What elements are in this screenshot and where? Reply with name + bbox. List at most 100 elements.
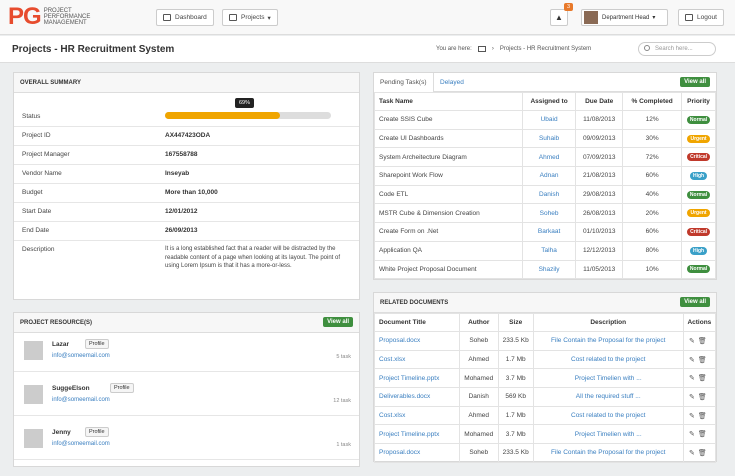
logo[interactable]: PG PROJECT PERFORMANCE MANAGEMENT (8, 5, 104, 29)
view-all-button[interactable]: View all (323, 317, 353, 327)
description-link[interactable]: File Contain the Proposal for the projec… (551, 337, 666, 344)
document-link[interactable]: Proposal.docx (379, 449, 420, 456)
tab-delayed[interactable]: Delayed (434, 73, 470, 92)
delete-icon[interactable]: 🗑 (698, 431, 710, 438)
assignee-link[interactable]: Shazily (539, 266, 560, 273)
resource-name[interactable]: Jenny (52, 429, 71, 436)
task-name: Create UI Dashboards (379, 135, 444, 143)
monitor-icon[interactable] (477, 46, 486, 52)
breadcrumb-item[interactable]: Projects - HR Recruitment System (500, 46, 591, 52)
table-cell: Project Timeline.pptx (374, 368, 460, 389)
table-cell: Normal (681, 110, 716, 130)
delete-icon[interactable]: 🗑 (698, 394, 710, 401)
dashboard-button[interactable]: Dashboard (156, 9, 214, 26)
description-link[interactable]: Cost related to the project (571, 356, 645, 363)
document-link[interactable]: Proposal.docx (379, 337, 420, 344)
logout-button[interactable]: Logout (678, 9, 724, 26)
document-link[interactable]: Cost.xlsx (379, 356, 405, 363)
monitor-icon (163, 14, 171, 21)
user-menu[interactable]: Department Head ▾ (581, 9, 668, 26)
table-cell: 12% (622, 110, 683, 130)
resource-name[interactable]: Lazar (52, 341, 69, 348)
description-link[interactable]: Cost related to the project (571, 412, 645, 419)
assignee-link[interactable]: Suhaib (539, 135, 559, 142)
avatar[interactable] (24, 429, 43, 448)
edit-icon[interactable]: ✎ (689, 338, 698, 345)
assignee-link[interactable]: Danish (539, 191, 559, 198)
delete-icon[interactable]: 🗑 (698, 450, 710, 457)
resource-email[interactable]: info@someemail.com (52, 441, 110, 447)
assignee-link[interactable]: Ahmed (539, 154, 560, 161)
resource-email[interactable]: info@someemail.com (52, 353, 110, 359)
edit-icon[interactable]: ✎ (689, 431, 698, 438)
projects-dropdown[interactable]: Projects ▾ (222, 9, 278, 26)
table-cell: 3.7 Mb (497, 424, 534, 445)
table-cell: Ahmed (458, 349, 499, 370)
notifications-button[interactable]: ▲ (550, 9, 568, 26)
table-cell: ✎🗑 (682, 443, 717, 463)
assignee-link[interactable]: Barkaat (538, 228, 560, 235)
description-link[interactable]: All the required stuff ... (576, 393, 641, 400)
tab-pending-tasks[interactable]: Pending Task(s) (374, 73, 434, 92)
table-cell: File Contain the Proposal for the projec… (532, 443, 684, 463)
document-link[interactable]: Deliverables.docx (379, 393, 430, 400)
description-link[interactable]: Project Timelien with ... (575, 375, 642, 382)
view-all-button[interactable]: View all (680, 77, 710, 87)
table-row: Code ETL Danish 29/08/2013 40% Normal (374, 184, 716, 205)
document-link[interactable]: Cost.xlsx (379, 412, 405, 419)
table-cell: 60% (622, 222, 683, 242)
resource-email[interactable]: info@someemail.com (52, 397, 110, 403)
field-value: More than 10,000 (165, 189, 218, 196)
field-value: 26/09/2013 (165, 227, 198, 234)
cell-value: Soheb (469, 449, 489, 457)
edit-icon[interactable]: ✎ (689, 375, 698, 382)
assignee-link[interactable]: Soheb (540, 210, 559, 217)
task-count: 5 task (336, 354, 351, 360)
delete-icon[interactable]: 🗑 (698, 375, 710, 382)
document-link[interactable]: Project Timeline.pptx (379, 431, 439, 438)
vendor-row: Vendor Name Inseyab (14, 165, 359, 184)
edit-icon[interactable]: ✎ (689, 413, 698, 420)
delete-icon[interactable]: 🗑 (698, 338, 710, 345)
avatar[interactable] (24, 385, 43, 404)
notification-badge: 3 (564, 3, 574, 11)
column-header: % Completed (622, 92, 683, 111)
avatar[interactable] (24, 341, 43, 360)
search-input[interactable]: Search here... (638, 42, 716, 56)
view-all-button[interactable]: View all (680, 297, 710, 307)
resource-item: Jenny Profile info@someemail.com 1 task (14, 421, 359, 460)
table-cell: Ahmed (458, 405, 499, 426)
tasks-table: Task Name Assigned to Due Date% Completed P… (374, 92, 716, 280)
table-cell: Talha (521, 240, 577, 261)
description-link[interactable]: File Contain the Proposal for the projec… (551, 449, 666, 456)
description-link[interactable]: Project Timelien with ... (575, 431, 642, 438)
delete-icon[interactable]: 🗑 (698, 413, 710, 420)
table-cell: File Contain the Proposal for the projec… (532, 331, 684, 351)
document-link[interactable]: Project Timeline.pptx (379, 375, 439, 382)
profile-button[interactable]: Profile (85, 427, 109, 437)
assignee-link[interactable]: Talha (541, 247, 557, 254)
search-placeholder: Search here... (655, 46, 693, 52)
table-cell: Soheb (458, 331, 499, 351)
edit-icon[interactable]: ✎ (689, 450, 698, 457)
field-label: Project Manager (22, 151, 70, 158)
resource-name[interactable]: SuggeElson (52, 385, 90, 392)
table-cell: 40% (622, 184, 683, 205)
table-cell: Mohamed (458, 368, 499, 389)
column-header: Due Date (575, 92, 624, 111)
assignee-link[interactable]: Ubaid (541, 116, 558, 123)
table-cell: ✎🗑 (682, 368, 717, 389)
profile-button[interactable]: Profile (110, 383, 134, 393)
priority-badge: High (689, 246, 708, 255)
edit-icon[interactable]: ✎ (689, 394, 698, 401)
assignee-link[interactable]: Adnan (540, 172, 559, 179)
profile-button[interactable]: Profile (85, 339, 109, 349)
table-cell: Ahmed (521, 147, 577, 168)
table-row: Create UI Dashboards Suhaib 09/09/2013 30% U… (374, 128, 716, 149)
logout-label: Logout (697, 14, 717, 21)
delete-icon[interactable]: 🗑 (698, 357, 710, 364)
table-row: Create Form on .Net Barkaat 01/10/2013 60% C… (374, 222, 716, 242)
edit-icon[interactable]: ✎ (689, 357, 698, 364)
table-cell: Normal (681, 259, 716, 280)
related-documents-panel: RELATED DOCUMENTS View all Document Title… (373, 292, 717, 463)
